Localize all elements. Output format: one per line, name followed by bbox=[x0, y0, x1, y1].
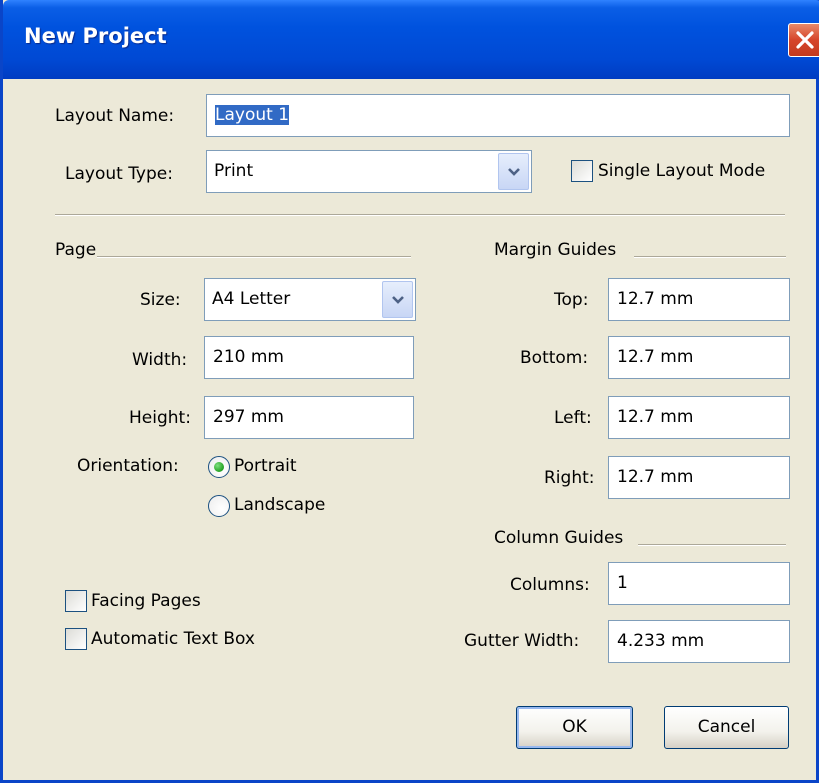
cancel-button[interactable]: Cancel bbox=[664, 706, 789, 749]
margin-top-field[interactable]: 12.7 mm bbox=[608, 278, 790, 321]
margin-left-label: Left: bbox=[554, 408, 592, 428]
gutter-width-field[interactable]: 4.233 mm bbox=[608, 620, 790, 663]
layout-name-field[interactable]: Layout 1 bbox=[206, 94, 790, 137]
close-icon bbox=[796, 31, 814, 49]
margin-bottom-field[interactable]: 12.7 mm bbox=[608, 336, 790, 379]
margin-right-field[interactable]: 12.7 mm bbox=[608, 456, 790, 499]
close-button[interactable] bbox=[788, 23, 819, 57]
chevron-down-icon bbox=[392, 296, 404, 304]
new-project-dialog: New Project Layout Name: Layout 1 Layout… bbox=[0, 0, 819, 783]
margin-left-value: 12.7 mm bbox=[617, 407, 694, 427]
margin-right-value: 12.7 mm bbox=[617, 467, 694, 487]
column-guides-group-line bbox=[638, 544, 786, 546]
margin-top-value: 12.7 mm bbox=[617, 289, 694, 309]
landscape-label: Landscape bbox=[234, 495, 326, 515]
margin-guides-group-line bbox=[634, 256, 786, 258]
orientation-label: Orientation: bbox=[77, 456, 179, 476]
landscape-radio[interactable] bbox=[208, 495, 230, 517]
margin-bottom-label: Bottom: bbox=[520, 348, 589, 368]
columns-label: Columns: bbox=[510, 575, 590, 595]
single-layout-mode-checkbox[interactable] bbox=[571, 160, 593, 182]
margin-bottom-value: 12.7 mm bbox=[617, 347, 694, 367]
automatic-text-box-checkbox[interactable] bbox=[65, 628, 87, 650]
portrait-radio[interactable] bbox=[208, 456, 230, 478]
dialog-title: New Project bbox=[24, 24, 167, 48]
page-width-value: 210 mm bbox=[213, 347, 284, 367]
size-label: Size: bbox=[140, 290, 181, 310]
height-label: Height: bbox=[129, 408, 191, 428]
layout-name-label: Layout Name: bbox=[55, 106, 175, 126]
page-group-line bbox=[97, 256, 411, 258]
portrait-label: Portrait bbox=[234, 456, 297, 476]
layout-type-label: Layout Type: bbox=[65, 164, 173, 184]
page-group-label: Page bbox=[55, 240, 97, 260]
page-height-value: 297 mm bbox=[213, 407, 284, 427]
page-height-field[interactable]: 297 mm bbox=[204, 396, 414, 439]
page-size-value: A4 Letter bbox=[212, 289, 291, 309]
column-guides-group-label: Column Guides bbox=[494, 528, 624, 548]
ok-button[interactable]: OK bbox=[516, 706, 633, 749]
automatic-text-box-label: Automatic Text Box bbox=[91, 629, 255, 649]
layout-type-select[interactable]: Print bbox=[206, 150, 532, 193]
gutter-width-value: 4.233 mm bbox=[617, 631, 705, 651]
margin-top-label: Top: bbox=[554, 290, 589, 310]
page-size-dropdown-button[interactable] bbox=[382, 281, 413, 318]
gutter-width-label: Gutter Width: bbox=[464, 631, 580, 651]
single-layout-mode-label: Single Layout Mode bbox=[598, 161, 766, 181]
width-label: Width: bbox=[132, 350, 188, 370]
facing-pages-checkbox[interactable] bbox=[65, 590, 87, 612]
columns-value: 1 bbox=[617, 573, 628, 593]
radio-selected-dot bbox=[214, 462, 224, 472]
section-divider bbox=[55, 214, 785, 216]
facing-pages-label: Facing Pages bbox=[91, 591, 201, 611]
margin-guides-group-label: Margin Guides bbox=[494, 240, 617, 260]
page-size-select[interactable]: A4 Letter bbox=[204, 278, 416, 321]
chevron-down-icon bbox=[508, 168, 520, 176]
columns-field[interactable]: 1 bbox=[608, 562, 790, 605]
layout-type-dropdown-button[interactable] bbox=[498, 153, 529, 190]
layout-type-value: Print bbox=[214, 161, 254, 181]
page-width-field[interactable]: 210 mm bbox=[204, 336, 414, 379]
title-bar[interactable]: New Project bbox=[3, 0, 819, 79]
layout-name-value: Layout 1 bbox=[215, 105, 290, 125]
margin-right-label: Right: bbox=[544, 468, 595, 488]
margin-left-field[interactable]: 12.7 mm bbox=[608, 396, 790, 439]
